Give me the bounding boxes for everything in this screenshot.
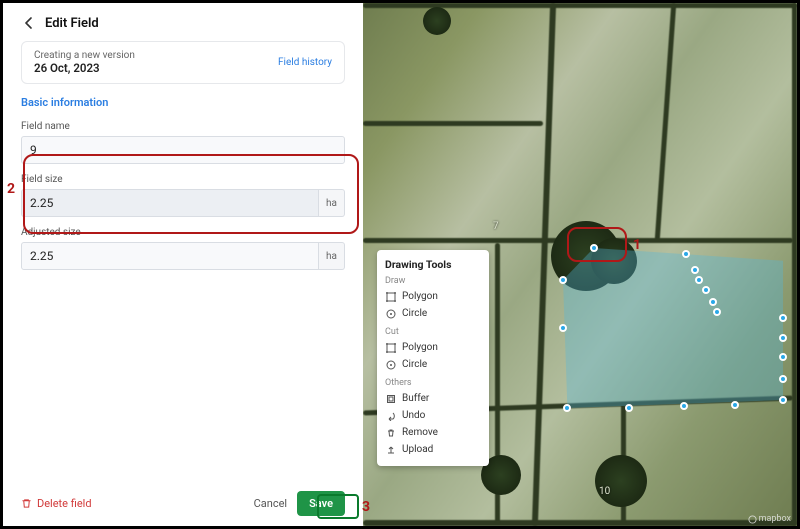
- panel-footer: Delete field Cancel Save: [21, 483, 345, 516]
- parcel-label: 7: [493, 221, 499, 232]
- app-frame: Edit Field Creating a new version 26 Oct…: [0, 0, 800, 529]
- polygon-icon: [385, 291, 396, 302]
- upload-icon: [385, 444, 396, 455]
- tool-cut-polygon[interactable]: Polygon: [385, 339, 481, 356]
- field-size-label: Field size: [21, 174, 345, 185]
- drawing-tools-panel: Drawing Tools Draw Polygon Circle Cut Po…: [377, 250, 489, 466]
- trash-icon: [21, 498, 32, 509]
- draw-section-label: Draw: [385, 276, 481, 286]
- adjusted-size-label: Adjusted size: [21, 227, 345, 238]
- back-icon[interactable]: [21, 15, 37, 31]
- cancel-button[interactable]: Cancel: [254, 497, 287, 510]
- version-caption: Creating a new version: [34, 50, 135, 61]
- tool-draw-polygon[interactable]: Polygon: [385, 288, 481, 305]
- field-history-link[interactable]: Field history: [278, 57, 332, 68]
- annotation-number-2: 2: [7, 181, 15, 197]
- buffer-icon: [385, 393, 396, 404]
- tool-upload[interactable]: Upload: [385, 441, 481, 458]
- delete-field-label: Delete field: [37, 497, 92, 510]
- map-attribution: mapbox: [748, 514, 791, 524]
- circle-icon: [385, 359, 396, 370]
- parcel-label: 10: [599, 486, 610, 497]
- delete-field-button[interactable]: Delete field: [21, 497, 92, 510]
- cut-section-label: Cut: [385, 327, 481, 337]
- circle-icon: [385, 308, 396, 319]
- undo-icon: [385, 410, 396, 421]
- tool-cut-circle[interactable]: Circle: [385, 356, 481, 373]
- annotation-number-3: 3: [362, 499, 370, 515]
- version-date: 26 Oct, 2023: [34, 61, 135, 75]
- panel-header: Edit Field: [21, 15, 345, 31]
- version-card: Creating a new version 26 Oct, 2023 Fiel…: [21, 41, 345, 84]
- edit-field-panel: Edit Field Creating a new version 26 Oct…: [3, 3, 363, 526]
- polygon-icon: [385, 342, 396, 353]
- tool-remove[interactable]: Remove: [385, 424, 481, 441]
- section-basic-info: Basic information: [21, 96, 345, 109]
- map-canvas[interactable]: 7 11 10 Drawing Tools: [363, 3, 797, 526]
- adjusted-size-unit: ha: [319, 242, 345, 270]
- tool-draw-circle[interactable]: Circle: [385, 305, 481, 322]
- page-title: Edit Field: [45, 16, 99, 31]
- field-name-label: Field name: [21, 121, 345, 132]
- save-button[interactable]: Save: [297, 491, 345, 516]
- field-size-unit: ha: [319, 189, 345, 217]
- field-size-input[interactable]: [21, 189, 319, 217]
- drawing-tools-title: Drawing Tools: [385, 258, 481, 271]
- others-section-label: Others: [385, 378, 481, 388]
- tool-undo[interactable]: Undo: [385, 407, 481, 424]
- trash-icon: [385, 427, 396, 438]
- field-name-input[interactable]: [21, 136, 345, 164]
- selected-field-polygon[interactable]: [563, 248, 783, 408]
- adjusted-size-input[interactable]: [21, 242, 319, 270]
- tool-buffer[interactable]: Buffer: [385, 390, 481, 407]
- annotation-number-1: 1: [633, 237, 641, 253]
